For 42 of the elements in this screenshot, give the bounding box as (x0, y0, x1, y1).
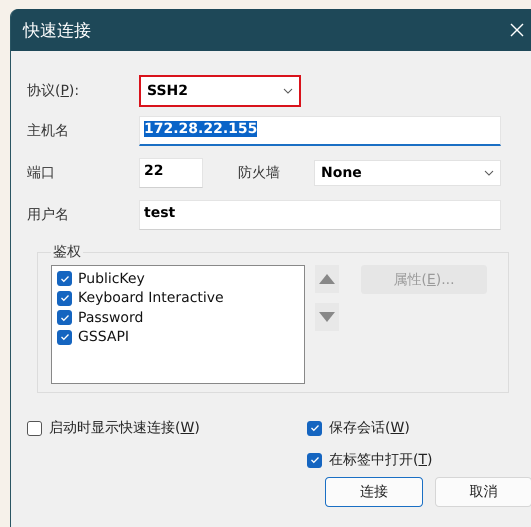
field-label: 用户名 (27, 206, 70, 224)
checkmark-icon (310, 455, 320, 465)
checkmark-icon (310, 423, 320, 433)
chevron-down-icon (283, 88, 293, 94)
checkbox[interactable] (57, 310, 72, 326)
window-title: 快速连接 (23, 20, 91, 42)
checkbox[interactable] (307, 452, 322, 468)
checkmark-icon (60, 312, 70, 323)
port-field[interactable]: 22 (139, 158, 203, 188)
move-down-button[interactable] (315, 303, 339, 331)
auth-method-label[interactable]: GSSAPI (78, 329, 130, 346)
option-label[interactable]: 在标签中打开(T) (329, 451, 432, 469)
triangle-down-icon (319, 312, 335, 322)
option-label[interactable]: 启动时显示快速连接(W) (49, 419, 200, 437)
cancel-button[interactable]: 取消 (434, 477, 531, 507)
checkbox[interactable] (307, 420, 322, 436)
checkmark-icon (60, 293, 70, 304)
auth-method-label[interactable]: Password (78, 310, 144, 326)
hostname-field[interactable]: 172.28.22.155 (139, 116, 501, 146)
auth-method-label[interactable]: PublicKey (78, 270, 145, 287)
move-up-button[interactable] (315, 265, 339, 293)
username-field[interactable]: test (139, 200, 501, 230)
triangle-up-icon (319, 274, 335, 284)
field-label: 防火墙 (238, 164, 281, 182)
field-label: 主机名 (27, 122, 70, 140)
checkmark-icon (60, 332, 70, 342)
chevron-down-icon (484, 170, 494, 176)
protocol-dropdown[interactable]: SSH2 (139, 75, 301, 107)
auth-method-label[interactable]: Keyboard Interactive (78, 290, 224, 306)
group-title: 鉴权 (52, 243, 82, 261)
checkbox[interactable] (57, 290, 72, 306)
checkmark-icon (60, 274, 70, 284)
checkbox[interactable] (57, 330, 72, 345)
field-label: 端口 (27, 164, 56, 182)
close-icon[interactable] (510, 23, 524, 37)
checkbox[interactable] (27, 420, 42, 436)
option-label[interactable]: 保存会话(W) (329, 419, 410, 437)
firewall-dropdown[interactable]: None (314, 160, 501, 186)
auth-method-list[interactable]: PublicKey Keyboard Interactive Password GSSAPI (51, 265, 305, 384)
field-label: 协议(P): (27, 82, 80, 100)
connect-button[interactable]: 连接 (325, 477, 422, 507)
checkbox[interactable] (57, 271, 72, 286)
